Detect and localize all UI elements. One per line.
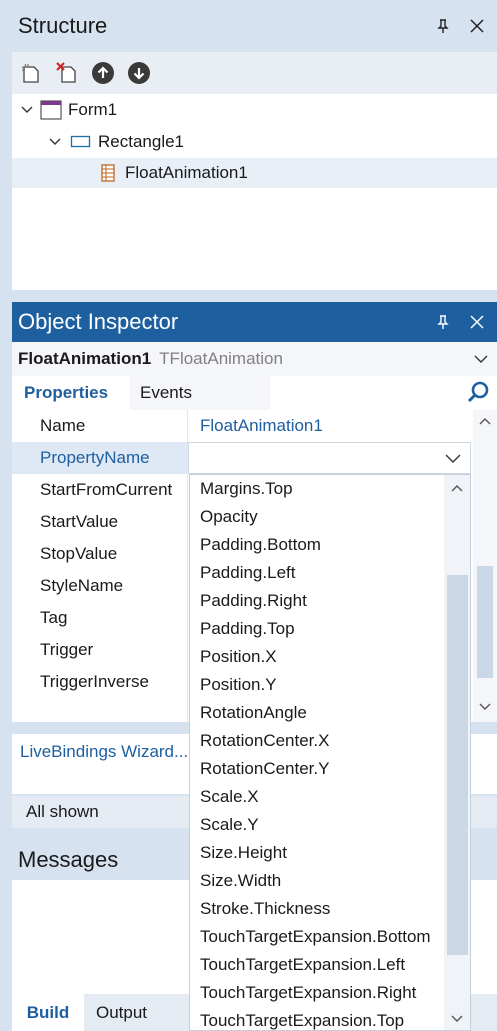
property-name: StyleName (40, 576, 124, 595)
dropdown-option[interactable]: Position.Y (190, 671, 444, 699)
filter-status-text: All shown (26, 802, 99, 821)
structure-title-bar: Structure (12, 0, 497, 52)
new-item-button[interactable] (18, 60, 44, 86)
property-row-propertyname[interactable]: PropertyName (12, 442, 473, 474)
dropdown-option[interactable]: RotationCenter.X (190, 727, 444, 755)
dropdown-option[interactable]: Padding.Left (190, 559, 444, 587)
property-value[interactable]: FloatAnimation1 (200, 416, 323, 436)
object-inspector-title: Object Inspector (18, 309, 179, 334)
move-down-button[interactable] (126, 60, 152, 86)
structure-title: Structure (18, 13, 108, 38)
property-name: TriggerInverse (40, 672, 149, 691)
chevron-down-icon[interactable] (444, 452, 462, 466)
chevron-down-icon[interactable] (473, 352, 489, 366)
dropdown-option[interactable]: Padding.Top (190, 615, 444, 643)
chevron-down-icon[interactable] (450, 1014, 464, 1024)
tab-properties[interactable]: Properties (12, 376, 130, 410)
dropdown-option[interactable]: Padding.Right (190, 587, 444, 615)
rectangle-icon (70, 135, 91, 148)
move-up-button[interactable] (90, 60, 116, 86)
dropdown-option[interactable]: TouchTargetExpansion.Right (190, 979, 444, 1007)
tab-events[interactable]: Events (140, 376, 192, 410)
tab-build[interactable]: Build (12, 994, 84, 1031)
scrollbar-thumb[interactable] (477, 566, 493, 678)
form-icon (40, 100, 62, 120)
pin-icon[interactable] (435, 18, 451, 34)
property-name: Name (40, 416, 86, 435)
chevron-down-icon[interactable] (478, 702, 492, 712)
new-item-icon (21, 63, 39, 83)
dropdown-option[interactable]: Opacity (190, 503, 444, 531)
search-icon[interactable] (467, 380, 491, 404)
tree-item-label: Rectangle1 (98, 132, 185, 151)
dropdown-option[interactable]: RotationCenter.Y (190, 755, 444, 783)
dropdown-option[interactable]: TouchTargetExpansion.Top (190, 1007, 444, 1030)
object-inspector-title-bar: Object Inspector (12, 302, 497, 342)
dropdown-option[interactable]: TouchTargetExpansion.Bottom (190, 923, 444, 951)
animation-icon (101, 164, 115, 182)
chevron-up-icon[interactable] (478, 416, 492, 426)
object-name: FloatAnimation1 (18, 349, 152, 368)
tree-item-form1[interactable]: Form1 (12, 95, 497, 125)
delete-item-icon (56, 62, 76, 83)
chevron-down-icon[interactable] (20, 103, 34, 117)
property-grid-scrollbar[interactable] (473, 410, 497, 722)
arrow-up-icon (92, 62, 114, 84)
dropdown-option[interactable]: Scale.Y (190, 811, 444, 839)
chevron-down-icon[interactable] (48, 135, 62, 149)
dropdown-scrollbar[interactable] (444, 475, 470, 1030)
inspector-tabs: Properties Events (12, 376, 497, 410)
tree-item-rectangle1[interactable]: Rectangle1 (12, 127, 497, 157)
property-name: StopValue (40, 544, 118, 563)
delete-item-button[interactable] (54, 60, 80, 86)
dropdown-option[interactable]: Position.X (190, 643, 444, 671)
property-search-input[interactable] (270, 376, 497, 410)
property-name: PropertyName (40, 448, 150, 467)
messages-title: Messages (18, 847, 119, 872)
dropdown-option[interactable]: Stroke.Thickness (190, 895, 444, 923)
property-name: StartValue (40, 512, 119, 531)
tree-item-label: FloatAnimation1 (125, 163, 248, 182)
property-name: Trigger (40, 640, 94, 659)
dropdown-option[interactable]: Size.Width (190, 867, 444, 895)
property-name: StartFromCurrent (40, 480, 173, 499)
dropdown-option[interactable]: Margins.Top (190, 475, 444, 503)
chevron-up-icon[interactable] (450, 483, 464, 493)
dropdown-option[interactable]: Scale.X (190, 783, 444, 811)
object-selector[interactable]: FloatAnimation1 TFloatAnimation (12, 342, 497, 376)
propertyname-combo[interactable] (188, 442, 471, 474)
tree-item-floatanimation1[interactable]: FloatAnimation1 (12, 158, 497, 188)
tab-output[interactable]: Output (96, 994, 147, 1031)
structure-tree: Form1 Rectangle1 FloatAnimation1 (12, 94, 497, 290)
dropdown-option[interactable]: Size.Height (190, 839, 444, 867)
object-type: TFloatAnimation (159, 349, 283, 368)
propertyname-dropdown-list: Margins.Top Opacity Padding.Bottom Paddi… (189, 474, 471, 1031)
close-icon[interactable] (469, 18, 485, 34)
property-name: Tag (40, 608, 68, 627)
dropdown-option[interactable]: TouchTargetExpansion.Left (190, 951, 444, 979)
structure-toolbar (12, 52, 497, 94)
livebindings-wizard-link[interactable]: LiveBindings Wizard... (20, 742, 188, 761)
close-icon[interactable] (469, 314, 485, 330)
scrollbar-thumb[interactable] (447, 575, 468, 955)
pin-icon[interactable] (435, 314, 451, 330)
arrow-down-icon (128, 62, 150, 84)
dropdown-option[interactable]: Padding.Bottom (190, 531, 444, 559)
tree-item-label: Form1 (68, 100, 118, 119)
dropdown-option[interactable]: RotationAngle (190, 699, 444, 727)
property-row-name[interactable]: Name FloatAnimation1 (12, 410, 473, 442)
